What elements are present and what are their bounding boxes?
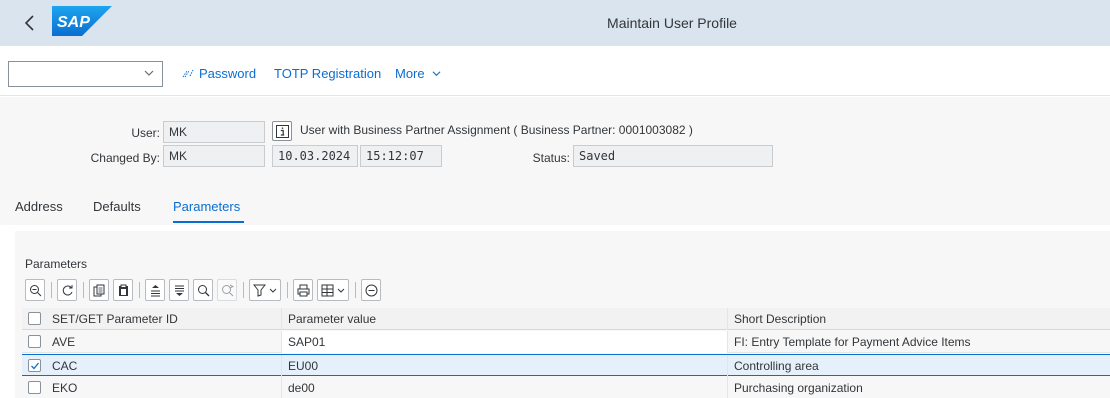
more-button[interactable]: More: [395, 61, 441, 87]
business-partner-info: User with Business Partner Assignment ( …: [300, 123, 693, 137]
back-icon[interactable]: [22, 14, 38, 32]
tab-address[interactable]: Address: [15, 199, 63, 214]
tab-defaults[interactable]: Defaults: [93, 199, 141, 214]
parameter-value-cell[interactable]: SAP01: [282, 331, 728, 353]
filter-icon: [253, 284, 277, 297]
svg-text:SAP: SAP: [57, 14, 90, 31]
short-description-cell: FI: Entry Template for Payment Advice It…: [734, 335, 971, 349]
parameter-value-cell[interactable]: EU00: [282, 355, 728, 377]
changed-by-label: Changed By:: [90, 151, 160, 165]
tab-parameters[interactable]: Parameters: [173, 199, 240, 214]
totp-registration-button[interactable]: TOTP Registration: [274, 61, 381, 87]
copy-icon: [93, 284, 105, 297]
print-icon: [297, 284, 310, 297]
refresh-button[interactable]: [57, 279, 77, 301]
filter-button[interactable]: [249, 279, 281, 301]
layout-button[interactable]: [317, 279, 349, 301]
toolbar: Password TOTP Registration More: [0, 46, 1110, 96]
changed-by-field[interactable]: MK: [163, 145, 265, 167]
toolbar-divider: [51, 282, 52, 298]
table-row[interactable]: EKO de00 Purchasing organization: [22, 377, 1110, 398]
select-all-checkbox[interactable]: [28, 312, 41, 325]
table-row[interactable]: CAC EU00 Controlling area: [22, 354, 1110, 377]
toolbar-divider: [355, 282, 356, 298]
paste-button[interactable]: [113, 279, 133, 301]
toolbar-divider: [139, 282, 140, 298]
command-dropdown[interactable]: [8, 61, 163, 87]
active-tab-indicator: [173, 221, 244, 223]
layout-icon: [321, 284, 345, 297]
column-header-parameter-value[interactable]: Parameter value: [282, 308, 728, 330]
find-next-icon: [222, 284, 234, 297]
table-row[interactable]: AVE SAP01 FI: Entry Template for Payment…: [22, 331, 1110, 353]
more-label: More: [395, 66, 425, 81]
paste-icon: [119, 284, 128, 296]
checkmark-icon: [31, 362, 40, 370]
print-button[interactable]: [293, 279, 313, 301]
sap-logo[interactable]: SAP: [52, 6, 112, 36]
password-button[interactable]: Password: [182, 61, 256, 87]
table-header-row: SET/GET Parameter ID Parameter value Sho…: [22, 308, 1110, 330]
search-icon: [198, 285, 210, 297]
find-button[interactable]: [193, 279, 213, 301]
parameter-id-cell[interactable]: CAC: [46, 355, 282, 377]
chevron-down-icon: [432, 71, 441, 77]
row-checkbox[interactable]: [28, 381, 41, 394]
page-title-text: Maintain User Profile: [607, 15, 737, 31]
status-field[interactable]: Saved: [573, 145, 773, 167]
row-checkbox[interactable]: [28, 359, 41, 372]
short-description-cell: Purchasing organization: [734, 381, 863, 395]
sort-ascending-icon: [151, 285, 160, 297]
minus-circle-icon: [365, 284, 378, 297]
row-checkbox[interactable]: [28, 335, 41, 348]
short-description-cell: Controlling area: [734, 359, 819, 373]
toolbar-divider: [83, 282, 84, 298]
toolbar-divider: [287, 282, 288, 298]
find-next-button[interactable]: [217, 279, 237, 301]
user-label: User:: [131, 126, 160, 140]
sort-ascending-button[interactable]: [145, 279, 165, 301]
parameter-id-cell[interactable]: EKO: [46, 377, 282, 398]
toolbar-divider: [243, 282, 244, 298]
changed-date-field[interactable]: 10.03.2024: [272, 145, 358, 167]
collapse-button[interactable]: [361, 279, 381, 301]
parameter-id-cell[interactable]: AVE: [46, 331, 282, 353]
password-icon: [182, 62, 194, 88]
page-title: Maintain User Profile: [0, 0, 1110, 46]
refresh-icon: [62, 285, 73, 296]
copy-button[interactable]: [89, 279, 109, 301]
column-header-short-description[interactable]: Short Description: [728, 308, 1110, 330]
status-label: Status:: [532, 151, 570, 165]
column-header-parameter-id[interactable]: SET/GET Parameter ID: [46, 308, 282, 330]
info-icon: [276, 125, 289, 138]
zoom-details-button[interactable]: [25, 279, 45, 301]
sort-descending-button[interactable]: [169, 279, 189, 301]
password-label: Password: [199, 66, 257, 81]
chevron-down-icon: [144, 70, 154, 76]
section-title: Parameters: [25, 257, 88, 271]
zoom-icon: [30, 285, 42, 297]
changed-time-field[interactable]: 15:12:07: [360, 145, 442, 167]
shell-bar: SAP Maintain User Profile: [0, 0, 1110, 46]
info-button[interactable]: [272, 121, 292, 141]
user-field[interactable]: MK: [163, 121, 265, 143]
sort-descending-icon: [175, 285, 184, 296]
parameter-value-cell[interactable]: de00: [282, 377, 728, 398]
